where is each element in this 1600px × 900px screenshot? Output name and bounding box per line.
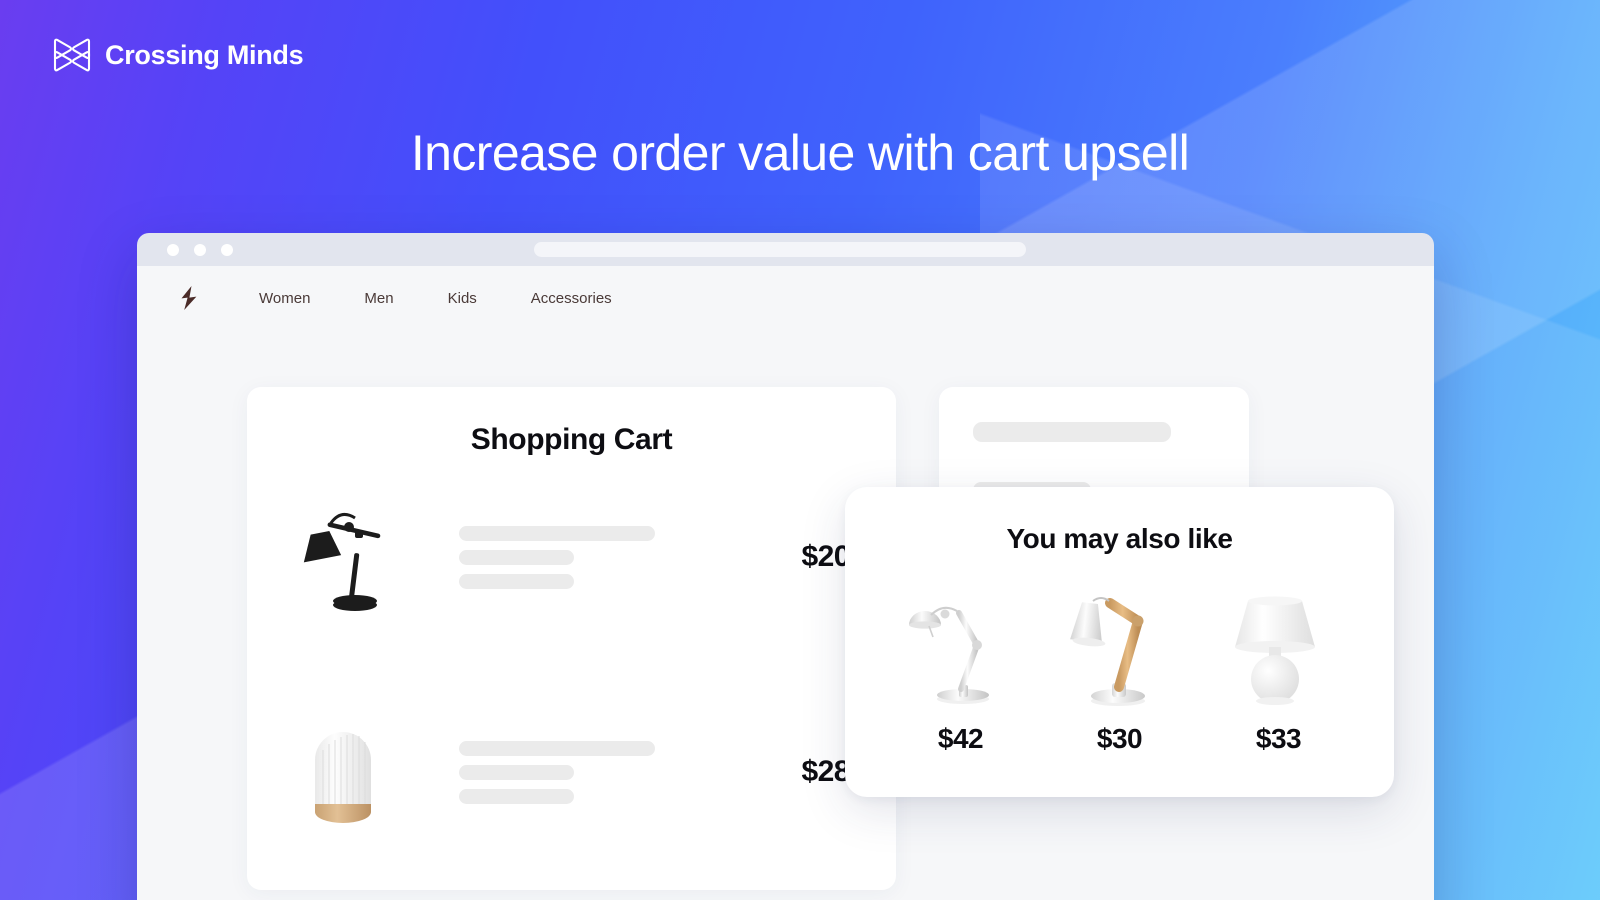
skeleton-bar	[459, 573, 574, 589]
crossing-minds-butterfly-mark-icon	[52, 38, 92, 72]
nav-item-women[interactable]: Women	[259, 290, 310, 307]
upsell-product[interactable]: $33	[1209, 569, 1349, 755]
browser-titlebar	[137, 233, 1434, 266]
brand-logo[interactable]: Crossing Minds	[52, 38, 304, 72]
nav-item-men[interactable]: Men	[364, 290, 393, 307]
brand-name: Crossing Minds	[105, 39, 304, 70]
lightning-bolt-icon[interactable]	[177, 285, 259, 311]
upsell-product[interactable]: $42	[891, 569, 1031, 755]
black-desk-lamp-icon	[293, 497, 413, 617]
white-ribbed-speaker-icon	[293, 712, 413, 832]
upsell-recommendation-card: You may also like $42 $30 $33	[845, 487, 1394, 797]
shopping-cart-title: Shopping Cart	[470, 423, 673, 456]
skeleton-bar	[459, 549, 574, 565]
upsell-product[interactable]: $30	[1050, 569, 1190, 755]
skeleton-bar	[459, 764, 574, 780]
nav-item-accessories[interactable]: Accessories	[531, 290, 612, 307]
white-architect-lamp-icon	[891, 569, 1031, 709]
white-table-lamp-icon	[1209, 569, 1349, 709]
traffic-light-dots	[167, 243, 233, 256]
cart-item-placeholder-text	[459, 740, 750, 804]
close-dot-icon[interactable]	[167, 243, 179, 256]
upsell-product-price: $33	[1255, 723, 1302, 754]
page-title: Increase order value with cart upsell	[410, 125, 1190, 181]
maximize-dot-icon[interactable]	[221, 243, 233, 256]
skeleton-bar	[459, 740, 655, 756]
cart-item-price: $28	[801, 755, 850, 788]
white-wood-arm-lamp-icon	[1050, 569, 1190, 709]
store-navigation-bar: Women Men Kids Accessories	[137, 266, 1434, 330]
nav-item-kids[interactable]: Kids	[448, 290, 477, 307]
upsell-title: You may also like	[1006, 523, 1233, 554]
minimize-dot-icon[interactable]	[194, 243, 206, 256]
cart-line-item: $20	[247, 497, 896, 617]
shopping-cart-panel: Shopping Cart $20 $28	[247, 387, 896, 890]
browser-address-bar[interactable]	[534, 242, 1026, 257]
upsell-product-grid: $42 $30 $33	[845, 569, 1394, 755]
skeleton-bar	[973, 422, 1171, 442]
skeleton-bar	[459, 525, 655, 541]
nav-links: Women Men Kids Accessories	[259, 290, 612, 307]
upsell-product-price: $30	[1096, 723, 1143, 754]
upsell-product-price: $42	[937, 723, 984, 754]
skeleton-bar	[459, 788, 574, 804]
cart-line-item: $28	[247, 712, 896, 832]
cart-item-placeholder-text	[459, 525, 750, 589]
cart-item-price: $20	[801, 540, 850, 573]
